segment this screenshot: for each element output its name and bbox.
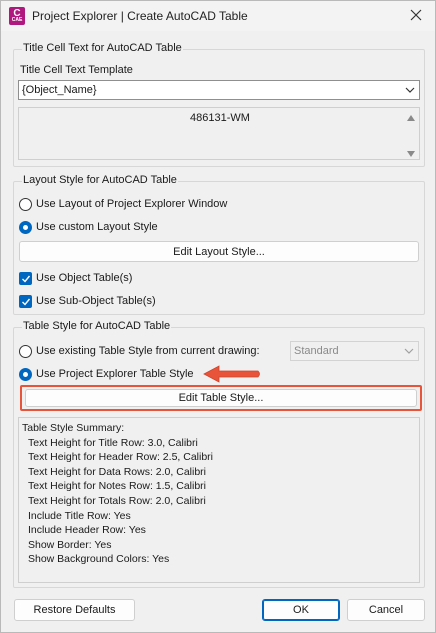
table-style-group-title: Table Style for AutoCAD Table — [22, 320, 172, 332]
template-combo-value: {Object_Name} — [22, 84, 97, 96]
checkbox-object-tables-label[interactable]: Use Object Table(s) — [36, 272, 132, 284]
scroll-up-icon[interactable] — [406, 114, 416, 122]
radio-layout-window[interactable] — [19, 198, 32, 211]
checkmark-icon — [22, 298, 31, 306]
edit-table-style-button[interactable]: Edit Table Style... — [25, 389, 417, 407]
template-label: Title Cell Text Template — [20, 64, 133, 76]
app-icon: C CAE — [9, 7, 25, 25]
checkbox-subobject-tables-label[interactable]: Use Sub-Object Table(s) — [36, 295, 156, 307]
summary-line: Include Title Row: Yes — [28, 509, 131, 522]
close-icon[interactable] — [407, 6, 425, 24]
title-bar[interactable]: C CAE Project Explorer | Create AutoCAD … — [1, 1, 435, 31]
app-icon-sub: CAE — [11, 17, 23, 23]
summary-line: Include Header Row: Yes — [28, 524, 146, 537]
checkmark-icon — [22, 275, 31, 283]
chevron-down-icon — [405, 87, 415, 93]
checkbox-object-tables[interactable] — [19, 272, 32, 285]
summary-line: Text Height for Title Row: 3.0, Calibri — [28, 436, 198, 449]
summary-line: Text Height for Data Rows: 2.0, Calibri — [28, 465, 206, 478]
title-preview-value: 486131-WM — [190, 112, 250, 124]
summary-line: Text Height for Header Row: 2.5, Calibri — [28, 451, 213, 464]
title-preview-box: 486131-WM — [18, 107, 420, 160]
summary-line: Show Background Colors: Yes — [28, 553, 170, 566]
summary-line: Show Border: Yes — [28, 538, 112, 551]
title-cell-group-title: Title Cell Text for AutoCAD Table — [22, 42, 183, 54]
radio-layout-custom[interactable] — [19, 221, 32, 234]
cancel-button[interactable]: Cancel — [347, 599, 425, 621]
radio-existing-style[interactable] — [19, 345, 32, 358]
radio-layout-window-label[interactable]: Use Layout of Project Explorer Window — [36, 198, 227, 210]
scroll-down-icon[interactable] — [406, 150, 416, 158]
template-combo[interactable]: {Object_Name} — [18, 80, 420, 100]
edit-layout-style-button[interactable]: Edit Layout Style... — [19, 241, 419, 262]
checkbox-subobject-tables[interactable] — [19, 295, 32, 308]
ok-button[interactable]: OK — [262, 599, 340, 621]
existing-style-combo[interactable]: Standard — [290, 341, 419, 361]
restore-defaults-button[interactable]: Restore Defaults — [14, 599, 135, 621]
annotation-arrow-icon — [203, 365, 260, 383]
layout-style-group-title: Layout Style for AutoCAD Table — [22, 174, 178, 186]
radio-existing-style-label[interactable]: Use existing Table Style from current dr… — [36, 345, 260, 357]
radio-pe-style[interactable] — [19, 368, 32, 381]
window-title: Project Explorer | Create AutoCAD Table — [32, 9, 248, 23]
summary-line: Text Height for Totals Row: 2.0, Calibri — [28, 494, 206, 507]
radio-pe-style-label[interactable]: Use Project Explorer Table Style — [36, 368, 194, 380]
summary-line: Text Height for Notes Row: 1.5, Calibri — [28, 480, 206, 493]
existing-style-combo-value: Standard — [294, 345, 339, 357]
chevron-down-icon — [404, 348, 414, 354]
summary-line: Table Style Summary: — [22, 422, 125, 434]
dialog-window: C CAE Project Explorer | Create AutoCAD … — [0, 0, 436, 633]
table-style-summary: Table Style Summary: Text Height for Tit… — [18, 417, 420, 583]
radio-layout-custom-label[interactable]: Use custom Layout Style — [36, 221, 158, 233]
